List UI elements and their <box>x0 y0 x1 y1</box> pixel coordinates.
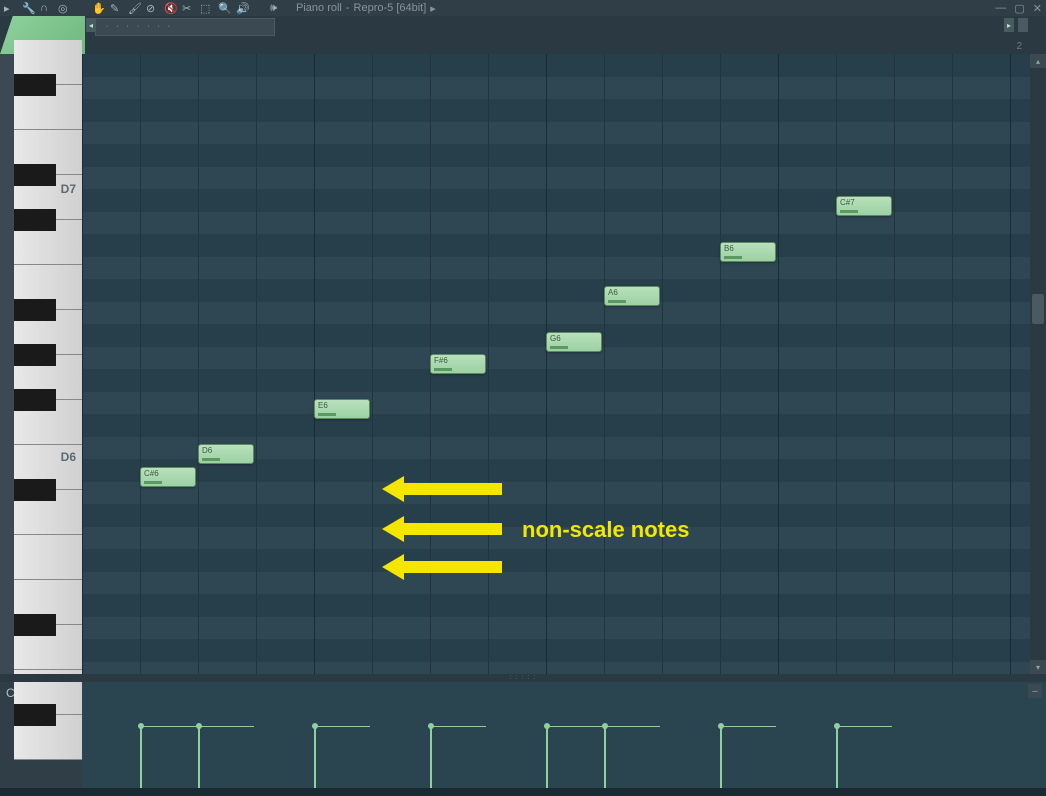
midi-note[interactable]: D6 <box>198 444 254 464</box>
midi-note[interactable]: C#7 <box>836 196 892 216</box>
velocity-area[interactable]: – <box>82 682 1046 788</box>
midi-note[interactable]: G6 <box>546 332 602 352</box>
black-key[interactable] <box>14 614 56 636</box>
key-label-d6: D6 <box>61 450 76 464</box>
velocity-bar[interactable] <box>430 726 432 788</box>
timeline-bar-number: 2 <box>1016 41 1022 52</box>
minimize-icon[interactable]: — <box>995 2 1006 15</box>
velocity-bar[interactable] <box>720 726 722 788</box>
pane-divider[interactable]: : : : : : <box>0 674 1046 682</box>
velocity-bar[interactable] <box>604 726 606 788</box>
black-key[interactable] <box>14 704 56 726</box>
velocity-bar[interactable] <box>546 726 548 788</box>
midi-note[interactable]: E6 <box>314 399 370 419</box>
black-key[interactable] <box>14 209 56 231</box>
zoom-icon[interactable]: 🔍 <box>218 2 230 14</box>
black-key[interactable] <box>14 389 56 411</box>
audio-icon[interactable]: 🕪 <box>270 2 282 14</box>
velocity-bar[interactable] <box>836 726 838 788</box>
title-arrow-icon[interactable]: ▸ <box>430 2 436 15</box>
maximize-icon[interactable]: ▢ <box>1014 2 1024 15</box>
play-arrow-icon[interactable]: ▸ <box>4 2 16 14</box>
main-editor: D7 D6 C#6D6E6F#6G6A6B6C#7 non-scale note… <box>0 54 1046 674</box>
vertical-scrollbar[interactable]: ▴ ▾ <box>1030 54 1046 674</box>
scroll-thumb[interactable] <box>1032 294 1044 324</box>
control-collapse-icon[interactable]: – <box>1028 684 1042 698</box>
title-main: Piano roll <box>296 2 342 14</box>
black-key[interactable] <box>14 299 56 321</box>
magnet-icon[interactable]: ∩ <box>40 2 52 14</box>
key-label-d7: D7 <box>61 182 76 196</box>
mute-icon[interactable]: 🔇 <box>164 2 176 14</box>
piano-keyboard[interactable]: D7 D6 <box>0 54 82 674</box>
minimap-row: ◂ · · · · · · · ▸ 2 <box>0 16 1046 54</box>
velocity-bar[interactable] <box>314 726 316 788</box>
velocity-bar[interactable] <box>198 726 200 788</box>
close-icon[interactable]: ✕ <box>1033 2 1042 15</box>
slice-icon[interactable]: ⊘ <box>146 2 158 14</box>
scroll-down-icon[interactable]: ▾ <box>1030 660 1046 674</box>
cut-icon[interactable]: ✂ <box>182 2 194 14</box>
minimap-nav-right[interactable]: ▸ <box>1004 18 1014 32</box>
wrench-icon[interactable]: 🔧 <box>22 2 34 14</box>
white-key[interactable] <box>14 535 82 580</box>
titlebar: ▸ 🔧 ∩ ◎ ✋ ✎ 🖌 ⊘ 🔇 ✂ ⬚ 🔍 🔊 🕪 Piano roll -… <box>0 0 1046 16</box>
black-key[interactable] <box>14 74 56 96</box>
minimap-options[interactable] <box>1018 18 1028 32</box>
note-grid[interactable]: C#6D6E6F#6G6A6B6C#7 non-scale notes <box>82 54 1046 674</box>
scroll-up-icon[interactable]: ▴ <box>1030 54 1046 68</box>
midi-note[interactable]: F#6 <box>430 354 486 374</box>
hand-icon[interactable]: ✋ <box>92 2 104 14</box>
title-track: Repro-5 [64bit] <box>354 2 427 14</box>
midi-note[interactable]: B6 <box>720 242 776 262</box>
black-key[interactable] <box>14 479 56 501</box>
title-sep: - <box>346 2 350 14</box>
velocity-bar[interactable] <box>140 726 142 788</box>
minimap[interactable]: · · · · · · · <box>95 18 275 36</box>
control-panel: Control ▸ Velocity – <box>0 682 1046 788</box>
target-icon[interactable]: ◎ <box>58 2 70 14</box>
select-icon[interactable]: ⬚ <box>200 2 212 14</box>
midi-note[interactable]: C#6 <box>140 467 196 487</box>
playback-icon[interactable]: 🔊 <box>236 2 248 14</box>
midi-note[interactable]: A6 <box>604 286 660 306</box>
black-key[interactable] <box>14 164 56 186</box>
brush-icon[interactable]: 🖌 <box>128 2 140 14</box>
black-key[interactable] <box>14 344 56 366</box>
pencil-icon[interactable]: ✎ <box>110 2 122 14</box>
